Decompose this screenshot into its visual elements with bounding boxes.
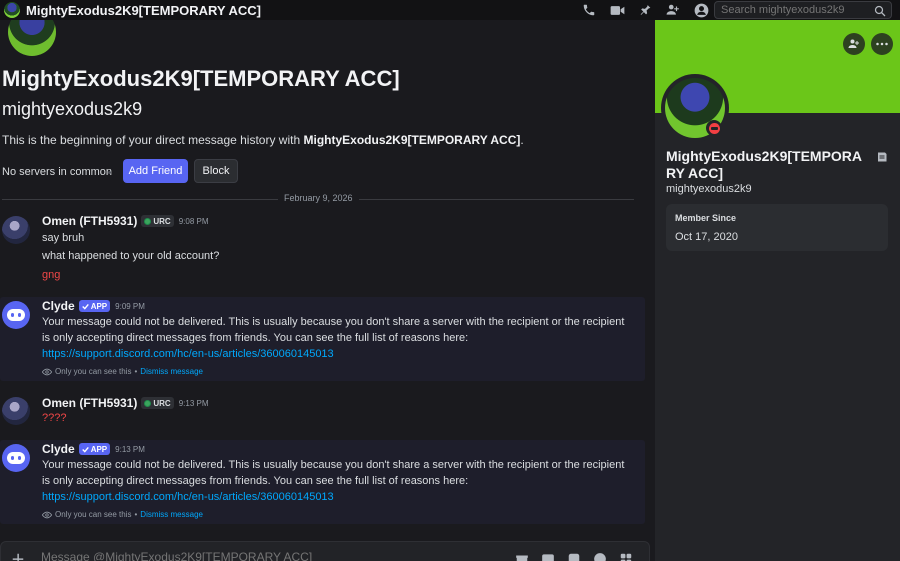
toolbar-icons xyxy=(580,2,710,18)
message-text: Your message could not be delivered. Thi… xyxy=(42,316,625,328)
search-box[interactable] xyxy=(714,1,892,19)
add-friend-icon[interactable] xyxy=(843,33,865,55)
message-text: is only accepting direct messages from f… xyxy=(42,475,469,487)
message-text: say bruh xyxy=(42,232,85,244)
dot-separator: • xyxy=(134,367,138,376)
clyde-icon xyxy=(7,309,25,321)
support-link[interactable]: https://support.discord.com/hc/en-us/art… xyxy=(42,491,334,503)
voice-call-icon[interactable] xyxy=(580,2,598,18)
omen-avatar[interactable] xyxy=(2,397,30,425)
title-bar: MightyExodus2K9[TEMPORARY ACC] xyxy=(0,0,900,20)
member-since-label: Member Since xyxy=(675,213,737,223)
message-author[interactable]: Clyde xyxy=(42,299,75,313)
app-badge: APP xyxy=(78,300,111,312)
guild-tag-label: URC xyxy=(153,216,171,226)
app-badge: APP xyxy=(78,443,111,455)
guild-tag-badge[interactable]: URC xyxy=(141,215,174,227)
omen-avatar[interactable] xyxy=(2,216,30,244)
message-text: ???? xyxy=(42,412,67,424)
ephemeral-note: Only you can see this • Dismiss message xyxy=(42,510,203,519)
message-composer xyxy=(0,541,650,561)
more-icon[interactable] xyxy=(871,33,893,55)
date-divider-label: February 9, 2026 xyxy=(278,193,359,203)
dm-avatar xyxy=(4,2,20,18)
clyde-avatar[interactable] xyxy=(2,444,30,472)
message-timestamp: 9:09 PM xyxy=(115,301,145,311)
message-text: what happened to your old account? xyxy=(42,250,220,262)
composer-icons xyxy=(515,552,633,561)
apps-icon[interactable] xyxy=(619,552,633,561)
profile-username: mightyexodus2k9 xyxy=(666,183,752,195)
only-you-text: Only you can see this xyxy=(55,510,132,519)
plus-icon[interactable] xyxy=(11,552,27,561)
message-input[interactable] xyxy=(41,550,461,561)
message-group: Omen (FTH5931) URC 9:08 PM say bruh what… xyxy=(0,212,645,284)
search-icon xyxy=(874,4,886,20)
message-text: gng xyxy=(42,269,61,281)
message-timestamp: 9:13 PM xyxy=(115,444,145,454)
checkmark-icon xyxy=(81,303,89,310)
clyde-avatar[interactable] xyxy=(2,301,30,329)
dm-title: MightyExodus2K9[TEMPORARY ACC] xyxy=(26,2,261,18)
profile-header-display-name: MightyExodus2K9[TEMPORARY ACC] xyxy=(2,66,400,91)
message-author[interactable]: Omen (FTH5931) xyxy=(42,214,137,228)
eye-icon xyxy=(42,511,52,518)
user-profile-panel: MightyExodus2K9[TEMPORARY ACC] mightyexo… xyxy=(655,20,900,561)
message-text: is only accepting direct messages from f… xyxy=(42,332,469,344)
member-since-value: Oct 17, 2020 xyxy=(675,231,738,243)
ephemeral-note: Only you can see this • Dismiss message xyxy=(42,367,203,376)
support-link[interactable]: https://support.discord.com/hc/en-us/art… xyxy=(42,348,334,360)
pin-icon[interactable] xyxy=(636,2,654,18)
message-meta: Omen (FTH5931) URC 9:08 PM xyxy=(42,214,209,228)
user-profile-icon[interactable] xyxy=(692,2,710,18)
gif-icon[interactable] xyxy=(541,552,555,561)
message-meta: Clyde APP 9:09 PM xyxy=(42,299,145,313)
clyde-icon xyxy=(7,452,25,464)
guild-tag-badge[interactable]: URC xyxy=(141,397,174,409)
profile-header-avatar[interactable] xyxy=(8,20,56,56)
profile-display-name: MightyExodus2K9[TEMPORARY ACC] xyxy=(666,148,863,181)
message-text: Your message could not be delivered. Thi… xyxy=(42,459,625,471)
search-input[interactable] xyxy=(721,4,871,16)
dm-intro-text: This is the beginning of your direct mes… xyxy=(2,133,524,147)
servers-in-common[interactable]: No servers in common xyxy=(2,166,112,178)
message-timestamp: 9:08 PM xyxy=(178,216,209,226)
eye-icon xyxy=(42,368,52,375)
dot-separator xyxy=(108,171,111,174)
message-group: Omen (FTH5931) URC 9:13 PM ???? xyxy=(0,395,645,431)
add-friend-button[interactable]: Add Friend xyxy=(123,159,188,183)
guild-tag-icon xyxy=(144,399,152,407)
system-message: Clyde APP 9:09 PM Your message could not… xyxy=(0,297,645,381)
system-message: Clyde APP 9:13 PM Your message could not… xyxy=(0,440,645,524)
only-you-text: Only you can see this xyxy=(55,367,132,376)
video-call-icon[interactable] xyxy=(608,2,626,18)
chat-area: MightyExodus2K9[TEMPORARY ACC] mightyexo… xyxy=(0,20,655,561)
checkmark-icon xyxy=(81,446,89,453)
block-button[interactable]: Block xyxy=(194,159,238,183)
dot-separator: • xyxy=(134,510,138,519)
message-timestamp: 9:13 PM xyxy=(178,398,209,408)
dnd-status-icon xyxy=(706,120,722,136)
app-badge-label: APP xyxy=(90,444,108,454)
intro-name: MightyExodus2K9[TEMPORARY ACC] xyxy=(303,133,521,147)
app-badge-label: APP xyxy=(90,301,108,311)
message-meta: Clyde APP 9:13 PM xyxy=(42,442,145,456)
add-friends-dm-icon[interactable] xyxy=(664,2,682,18)
message-author[interactable]: Omen (FTH5931) xyxy=(42,396,137,410)
intro-prefix: This is the beginning of your direct mes… xyxy=(2,133,304,147)
profile-header-username: mightyexodus2k9 xyxy=(2,99,143,119)
message-author[interactable]: Clyde xyxy=(42,442,75,456)
intro-suffix: . xyxy=(520,133,524,147)
guild-tag-label: URC xyxy=(153,398,171,408)
dismiss-message-link[interactable]: Dismiss message xyxy=(140,367,203,376)
message-meta: Omen (FTH5931) URC 9:13 PM xyxy=(42,396,209,410)
dismiss-message-link[interactable]: Dismiss message xyxy=(140,510,203,519)
member-since-card: Member Since Oct 17, 2020 xyxy=(666,204,888,251)
sticker-icon[interactable] xyxy=(567,552,581,561)
guild-tag-icon xyxy=(144,217,152,225)
emoji-icon[interactable] xyxy=(593,552,607,561)
gift-icon[interactable] xyxy=(515,552,529,561)
note-icon[interactable] xyxy=(876,150,888,162)
